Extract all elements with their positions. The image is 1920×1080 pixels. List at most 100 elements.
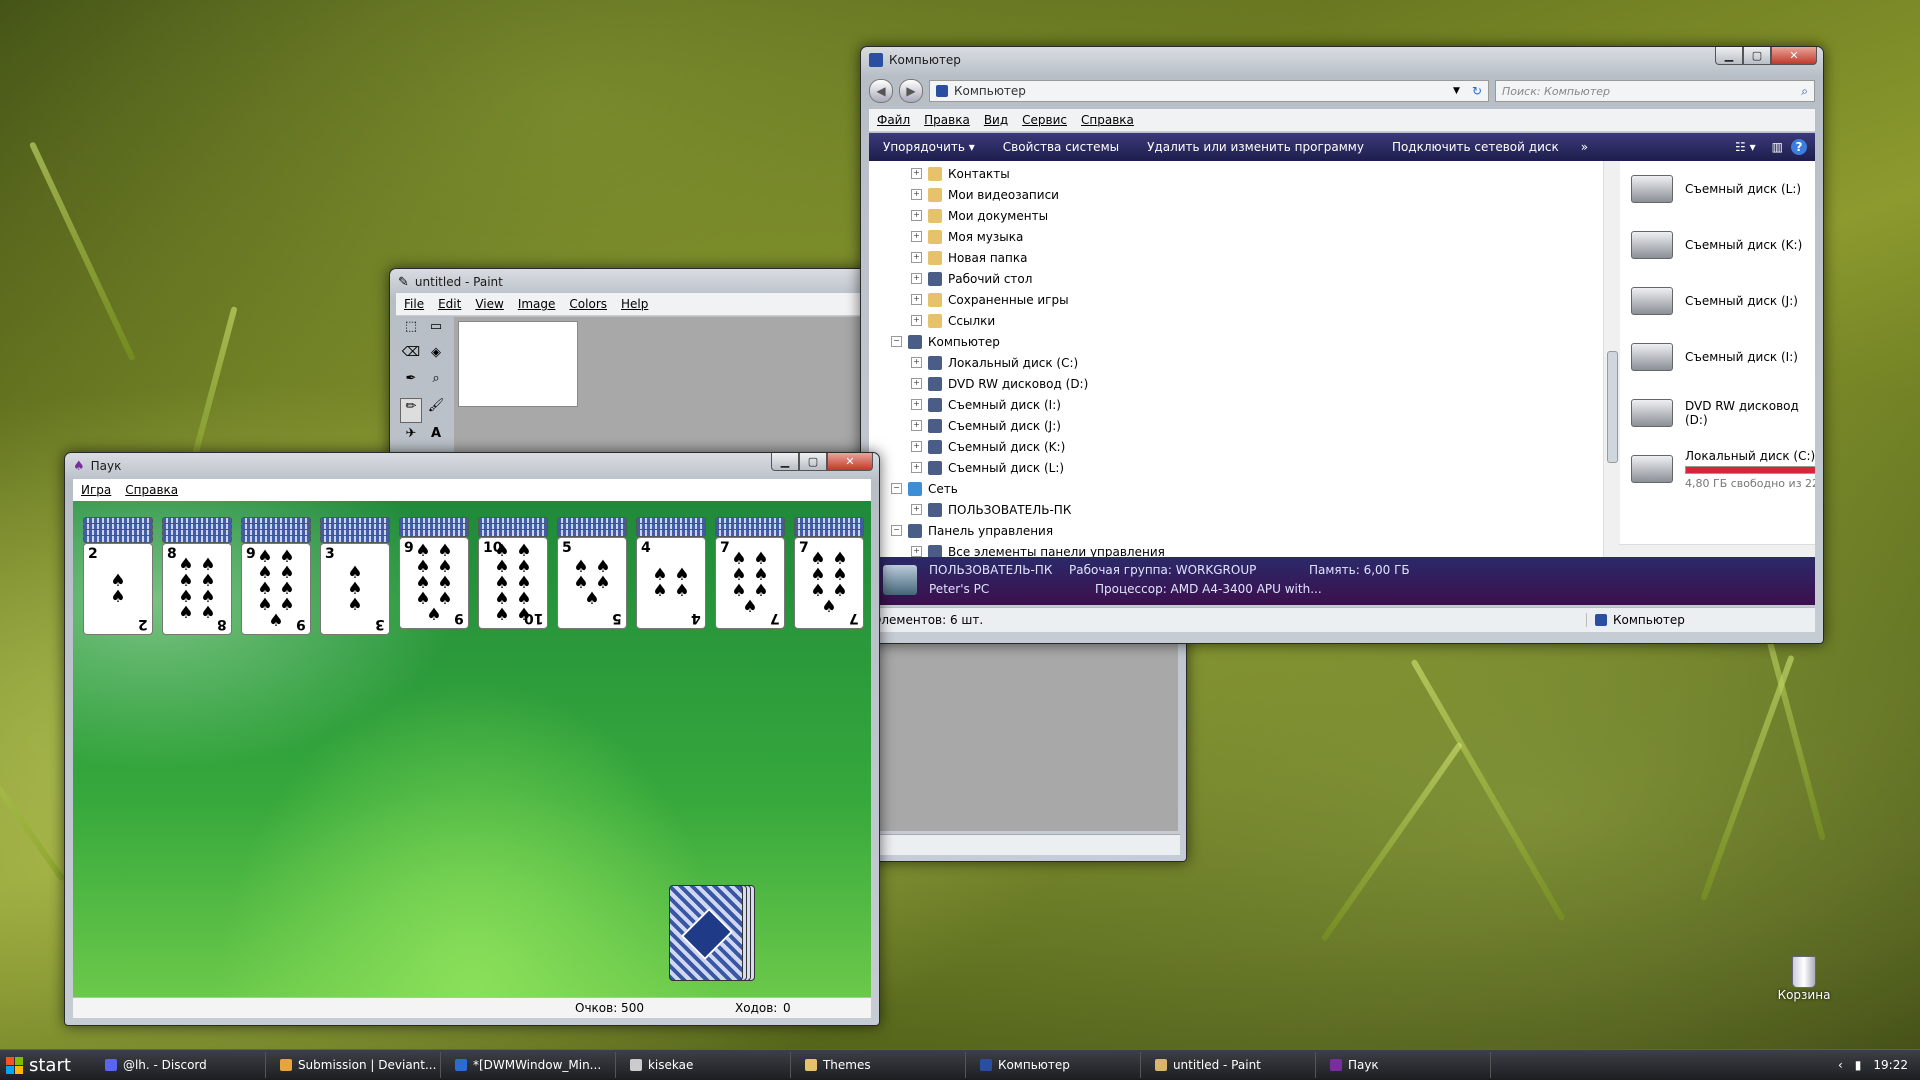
expand-icon[interactable]: + (911, 252, 922, 263)
face-up-card[interactable]: 8 ♠ ♠ ♠ ♠ ♠ ♠ ♠ ♠ 8 (162, 543, 232, 635)
paint-menu-image[interactable]: Image (518, 297, 556, 311)
spider-menu-help[interactable]: Справка (125, 483, 178, 497)
explorer-menu-view[interactable]: Вид (984, 113, 1008, 127)
address-bar[interactable]: Компьютер ▼ ↻ (929, 80, 1489, 102)
collapse-icon[interactable]: − (891, 336, 902, 347)
expand-icon[interactable]: + (911, 357, 922, 368)
expand-icon[interactable]: + (911, 315, 922, 326)
face-up-card[interactable]: 9 ♠ ♠ ♠ ♠ ♠ ♠ ♠ ♠ ♠ 9 (399, 537, 469, 629)
taskbar-item[interactable]: Submission | Deviant... (270, 1052, 441, 1078)
expand-icon[interactable]: + (911, 210, 922, 221)
collapse-icon[interactable]: − (891, 525, 902, 536)
picker-icon[interactable]: ✒ (400, 371, 422, 394)
drive-item[interactable]: Локальный диск (C:) 4,80 ГБ свободно из 2… (1619, 441, 1815, 497)
taskbar-item[interactable]: Компьютер (970, 1052, 1141, 1078)
airbrush-icon[interactable]: ✈ (400, 426, 422, 449)
explorer-menu-tools[interactable]: Сервис (1022, 113, 1067, 127)
drive-item[interactable]: Съемный диск (J:) (1619, 273, 1815, 329)
tree-item[interactable]: + DVD RW дисковод (D:) (869, 373, 1603, 394)
tableau-column[interactable]: 7 ♠ ♠ ♠ ♠ ♠ ♠ ♠ 7 (794, 517, 864, 657)
face-up-card[interactable]: 7 ♠ ♠ ♠ ♠ ♠ ♠ ♠ 7 (715, 537, 785, 629)
tree-item[interactable]: + Сохраненные игры (869, 289, 1603, 310)
tree-item[interactable]: + Мои документы (869, 205, 1603, 226)
explorer-window[interactable]: Компьютер ▁ ▢ ✕ ◀ ▶ Компьютер ▼ ↻ Поиск:… (860, 46, 1824, 644)
tableau-column[interactable]: 2 ♠ ♠ 2 (83, 517, 153, 657)
taskbar-item[interactable]: Паук (1320, 1052, 1491, 1078)
spider-close-button[interactable]: ✕ (827, 453, 873, 471)
collapse-icon[interactable]: − (891, 483, 902, 494)
tree-item[interactable]: + Ссылки (869, 310, 1603, 331)
face-up-card[interactable]: 9 ♠ ♠ ♠ ♠ ♠ ♠ ♠ ♠ ♠ 9 (241, 543, 311, 635)
brush-icon[interactable]: 🖌 (425, 398, 447, 423)
paint-menu-edit[interactable]: Edit (438, 297, 461, 311)
tableau-column[interactable]: 9 ♠ ♠ ♠ ♠ ♠ ♠ ♠ ♠ ♠ 9 (399, 517, 469, 657)
taskbar-item[interactable]: untitled - Paint (1145, 1052, 1316, 1078)
tableau-column[interactable]: 9 ♠ ♠ ♠ ♠ ♠ ♠ ♠ ♠ ♠ 9 (241, 517, 311, 657)
fill-icon[interactable]: ◈ (425, 345, 447, 368)
back-button[interactable]: ◀ (869, 79, 893, 103)
tableau-column[interactable]: 4 ♠ ♠ ♠ ♠ 4 (636, 517, 706, 657)
stock-pile[interactable] (669, 885, 759, 981)
drives-hscrollbar[interactable] (1619, 544, 1815, 557)
expand-icon[interactable]: + (911, 546, 922, 557)
search-box[interactable]: Поиск: Компьютер ⌕ (1495, 80, 1815, 102)
tree-item[interactable]: + Новая папка (869, 247, 1603, 268)
taskbar-item[interactable]: Themes (795, 1052, 966, 1078)
tree-scrollbar[interactable] (1603, 161, 1620, 557)
taskbar-item[interactable]: @lh. - Discord (95, 1052, 266, 1078)
address-dropdown-icon[interactable]: ▼ (1453, 86, 1460, 96)
tree-item[interactable]: − Панель управления (869, 520, 1603, 541)
tree-item[interactable]: + Съемный диск (L:) (869, 457, 1603, 478)
tree-item[interactable]: + ПОЛЬЗОВАТЕЛЬ-ПК (869, 499, 1603, 520)
tree-item[interactable]: + Съемный диск (I:) (869, 394, 1603, 415)
paint-menu-view[interactable]: View (475, 297, 503, 311)
explorer-menu-help[interactable]: Справка (1081, 113, 1134, 127)
tree-scroll-thumb[interactable] (1607, 351, 1618, 463)
start-button[interactable]: start (0, 1050, 95, 1080)
refresh-icon[interactable]: ↻ (1472, 84, 1482, 98)
free-select-icon[interactable]: ⬚ (400, 319, 422, 342)
paint-menu-file[interactable]: File (404, 297, 424, 311)
clock[interactable]: 19:22 (1873, 1058, 1908, 1072)
views-icon[interactable]: ☷ ▾ (1727, 140, 1764, 154)
expand-icon[interactable]: + (911, 441, 922, 452)
tableau-column[interactable]: 7 ♠ ♠ ♠ ♠ ♠ ♠ ♠ 7 (715, 517, 785, 657)
close-button[interactable]: ✕ (1771, 47, 1817, 65)
spider-maximize-button[interactable]: ▢ (799, 453, 827, 471)
expand-icon[interactable]: + (911, 462, 922, 473)
explorer-menu-edit[interactable]: Правка (924, 113, 970, 127)
spider-titlebar[interactable]: ♠ Паук (65, 453, 879, 479)
face-up-card[interactable]: 7 ♠ ♠ ♠ ♠ ♠ ♠ ♠ 7 (794, 537, 864, 629)
search-icon[interactable]: ⌕ (1801, 84, 1808, 99)
organize-button[interactable]: Упорядочить ▾ (869, 140, 989, 154)
map-network-drive-button[interactable]: Подключить сетевой диск (1378, 140, 1573, 154)
drive-item[interactable]: DVD RW дисковод (D:) (1619, 385, 1815, 441)
tableau-column[interactable]: 10 ♠ ♠ ♠ ♠ ♠ ♠ ♠ ♠ ♠ ♠ 10 (478, 517, 548, 657)
system-properties-button[interactable]: Свойства системы (989, 140, 1133, 154)
spider-minimize-button[interactable]: ▁ (771, 453, 799, 471)
tableau-column[interactable]: 5 ♠ ♠ ♠ ♠ ♠ 5 (557, 517, 627, 657)
tray-expand-icon[interactable]: ‹ (1838, 1058, 1843, 1072)
expand-icon[interactable]: + (911, 399, 922, 410)
tree-item[interactable]: + Контакты (869, 163, 1603, 184)
expand-icon[interactable]: + (911, 189, 922, 200)
pencil-icon[interactable]: ✏ (400, 397, 422, 423)
expand-icon[interactable]: + (911, 504, 922, 515)
magnifier-icon[interactable]: ⌕ (425, 371, 447, 394)
taskbar-item[interactable]: *[DWMWindow_Min... (445, 1052, 616, 1078)
expand-icon[interactable]: + (911, 294, 922, 305)
rect-select-icon[interactable]: ▭ (425, 319, 447, 342)
tree-item[interactable]: + Съемный диск (J:) (869, 415, 1603, 436)
network-tray-icon[interactable]: ▮ (1855, 1058, 1862, 1072)
spider-window[interactable]: ♠ Паук ▁ ▢ ✕ Игра Справка 2 ♠ ♠ 2 8 ♠ ♠ ♠ ♠ ♠ ♠ ♠ ♠ 8… (64, 452, 880, 1026)
expand-icon[interactable]: + (911, 168, 922, 179)
tree-item[interactable]: + Моя музыка (869, 226, 1603, 247)
more-commands-button[interactable]: » (1573, 140, 1596, 154)
tableau-column[interactable]: 3 ♠ ♠ ♠ 3 (320, 517, 390, 657)
face-up-card[interactable]: 3 ♠ ♠ ♠ 3 (320, 543, 390, 635)
expand-icon[interactable]: + (911, 231, 922, 242)
preview-pane-icon[interactable]: ▥ (1764, 140, 1791, 154)
tree-item[interactable]: + Мои видеозаписи (869, 184, 1603, 205)
tree-item[interactable]: − Сеть (869, 478, 1603, 499)
text-tool-icon[interactable]: A (425, 426, 447, 449)
